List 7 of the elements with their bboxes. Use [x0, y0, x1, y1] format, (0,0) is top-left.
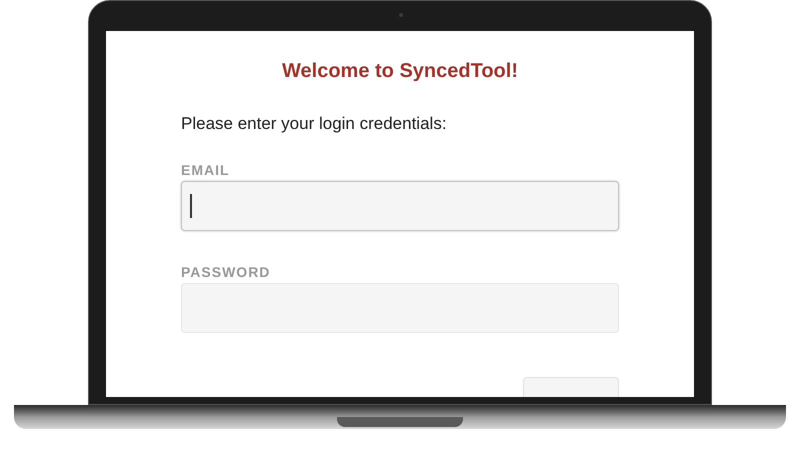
input-field[interactable] — [181, 283, 619, 333]
welcome-title: Welcome to SyncedTool! — [281, 59, 519, 83]
field-label: EMAIL — [181, 161, 231, 179]
field-label: PASSWORD — [181, 263, 272, 281]
text-cursor — [190, 194, 192, 218]
input-field[interactable] — [181, 181, 619, 231]
prompt-text: Please enter your login credentials: — [181, 113, 448, 135]
